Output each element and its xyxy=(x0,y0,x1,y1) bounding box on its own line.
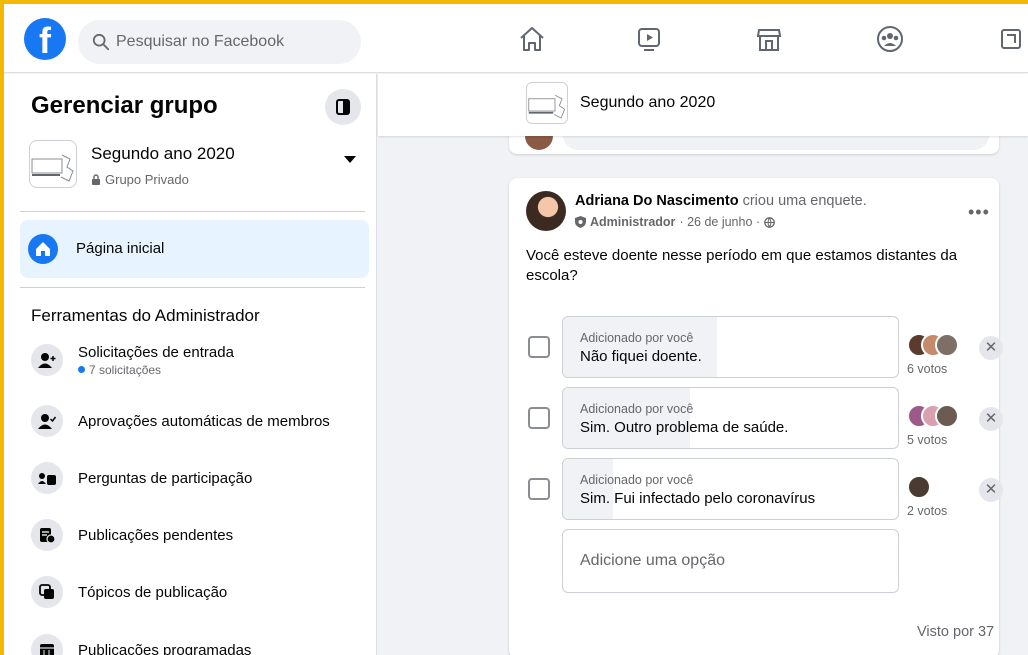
marketplace-icon[interactable] xyxy=(752,22,786,56)
calendar-icon xyxy=(31,634,63,655)
sidebar-item-label: Aprovações automáticas de membros xyxy=(78,412,330,430)
sidebar-item-post-topics[interactable]: Tópicos de publicação xyxy=(31,572,371,612)
post-date[interactable]: · 26 de junho · xyxy=(679,215,760,229)
manage-group-sidebar: Gerenciar grupo Segundo ano 2020 Grupo P… xyxy=(0,74,377,655)
avatar xyxy=(935,404,959,428)
poll-option-votes: 6 votos xyxy=(907,362,948,376)
divider xyxy=(20,211,365,212)
poll-option-votes: 2 votos xyxy=(907,504,948,518)
poll-option-votes: 5 votos xyxy=(907,433,948,447)
avatar xyxy=(935,333,959,357)
group-privacy: Grupo Privado xyxy=(91,172,189,187)
poll-post-card: Adriana Do Nascimento criou uma enquete.… xyxy=(509,178,1003,655)
group-cover-thumbnail[interactable] xyxy=(29,140,77,188)
group-cover-image-icon xyxy=(528,94,566,119)
search-icon xyxy=(92,33,110,51)
group-sticky-header: Segundo ano 2020 xyxy=(378,74,1028,136)
pending-posts-icon xyxy=(31,519,63,551)
person-check-icon xyxy=(31,405,63,437)
sidebar-title: Gerenciar grupo xyxy=(31,92,218,119)
search-input[interactable] xyxy=(116,33,346,51)
facebook-logo-icon[interactable]: f xyxy=(24,18,66,60)
admin-shield-icon xyxy=(575,216,586,228)
poll-option-checkbox[interactable] xyxy=(528,407,550,429)
sidebar-item-auto-approvals[interactable]: Aprovações automáticas de membros xyxy=(31,401,371,441)
admin-tools-heading: Ferramentas do Administrador xyxy=(31,306,260,325)
poll-option-fill xyxy=(563,317,718,377)
poll-question: Você esteve doente nesse período em que … xyxy=(526,247,958,284)
poll-option-label: Sim. Outro problema de saúde. xyxy=(580,419,789,436)
post-meta: Administrador · 26 de junho · xyxy=(575,215,775,229)
house-icon xyxy=(28,234,58,264)
poll-option-fill xyxy=(563,388,691,448)
home-icon[interactable] xyxy=(515,22,549,56)
sidebar-toggle-icon xyxy=(336,99,350,115)
groups-icon[interactable] xyxy=(873,22,907,56)
remove-option-button[interactable]: ✕ xyxy=(979,336,1003,360)
remove-option-button[interactable]: ✕ xyxy=(979,407,1003,431)
remove-option-button[interactable]: ✕ xyxy=(979,478,1003,502)
globe-icon xyxy=(764,216,775,228)
person-add-icon xyxy=(31,344,63,376)
post-author-line: Adriana Do Nascimento criou uma enquete. xyxy=(575,193,867,209)
search-box[interactable] xyxy=(78,20,361,64)
poll-option[interactable]: Adicionado por você Não fiquei doente. xyxy=(562,316,899,378)
join-requests-count: 7 solicitações xyxy=(89,362,162,377)
avatar xyxy=(907,475,931,499)
seen-by-count[interactable]: Visto por 37 xyxy=(917,624,994,640)
poll-option-added-by: Adicionado por você xyxy=(580,331,694,345)
poll-option[interactable]: Adicionado por você Sim. Fui infectado p… xyxy=(562,458,899,520)
poll-option-label: Não fiquei doente. xyxy=(580,348,702,365)
watch-icon[interactable] xyxy=(632,22,666,56)
avatar[interactable] xyxy=(526,191,566,231)
sidebar-item-label: Publicações pendentes xyxy=(78,526,234,544)
post-author-name[interactable]: Adriana Do Nascimento xyxy=(575,193,739,209)
post-action-text: criou uma enquete. xyxy=(738,193,867,209)
group-name[interactable]: Segundo ano 2020 xyxy=(91,144,235,164)
caret-down-icon xyxy=(344,156,356,163)
lock-icon xyxy=(92,174,100,185)
poll-option-fill xyxy=(563,459,614,519)
sidebar-item-scheduled-posts[interactable]: Publicações programadas xyxy=(31,630,371,655)
divider xyxy=(20,287,365,288)
member-questions-icon xyxy=(31,462,63,494)
sidebar-item-membership-questions[interactable]: Perguntas de participação xyxy=(31,458,371,498)
gaming-icon[interactable] xyxy=(994,22,1028,56)
poll-option-added-by: Adicionado por você xyxy=(580,402,694,416)
group-switcher-button[interactable] xyxy=(344,151,356,169)
sidebar-item-label: Perguntas de participação xyxy=(78,469,253,487)
collapse-sidebar-button[interactable] xyxy=(325,89,361,125)
group-header-title[interactable]: Segundo ano 2020 xyxy=(580,94,715,112)
sidebar-item-home[interactable]: Página inicial xyxy=(20,220,369,278)
poll-option-added-by: Adicionado por você xyxy=(580,473,694,487)
sidebar-item-label: Página inicial xyxy=(76,240,165,257)
group-type-label: Grupo Privado xyxy=(105,172,189,187)
sidebar-item-label: Publicações programadas xyxy=(78,641,252,655)
poll-option[interactable]: Adicionado por você Sim. Outro problema … xyxy=(562,387,899,449)
sidebar-item-pending-posts[interactable]: Publicações pendentes xyxy=(31,515,371,555)
unread-dot xyxy=(78,366,85,373)
poll-option-label: Sim. Fui infectado pelo coronavírus xyxy=(580,490,816,507)
sidebar-item-label: Solicitações de entrada xyxy=(78,343,234,361)
poll-option-checkbox[interactable] xyxy=(528,478,550,500)
group-cover-image-icon xyxy=(31,154,74,182)
add-poll-option-input[interactable] xyxy=(562,529,899,593)
sidebar-item-label: Tópicos de publicação xyxy=(78,583,228,601)
author-role: Administrador xyxy=(590,215,676,229)
sidebar-item-join-requests[interactable]: Solicitações de entrada 7 solicitações xyxy=(31,340,371,380)
group-cover-thumbnail[interactable] xyxy=(526,82,568,124)
post-options-icon[interactable]: ••• xyxy=(968,202,990,223)
poll-option-checkbox[interactable] xyxy=(528,336,550,358)
topics-icon xyxy=(31,576,63,608)
top-navigation-bar: f xyxy=(0,0,1028,73)
